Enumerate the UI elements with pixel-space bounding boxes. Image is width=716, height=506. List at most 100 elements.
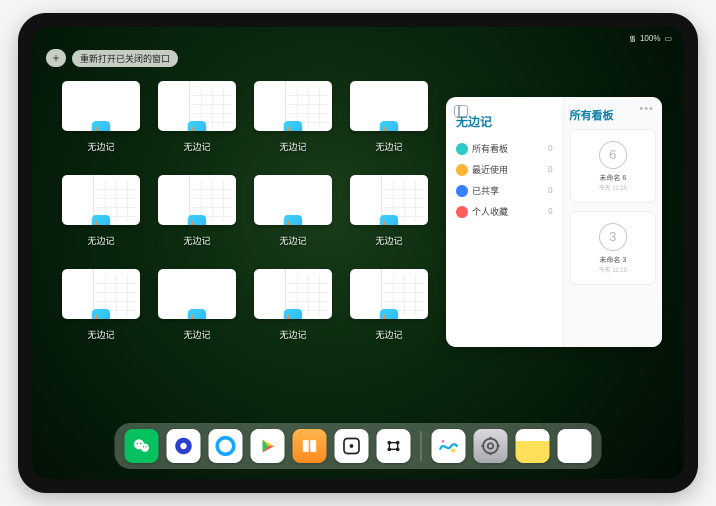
app-window[interactable]: 无边记 (158, 175, 236, 247)
window-thumbnail[interactable] (350, 81, 428, 131)
sidebar-item[interactable]: 所有看板 0 (454, 138, 555, 159)
window-thumbnail[interactable] (158, 269, 236, 319)
dock-freeform-icon[interactable] (432, 429, 466, 463)
freeform-app-icon (92, 121, 110, 131)
window-label: 无边记 (87, 328, 114, 341)
app-window[interactable]: 无边记 (350, 81, 428, 153)
dock-settings-icon[interactable] (474, 429, 508, 463)
sidebar-item-count: 0 (548, 144, 552, 153)
board-thumbnail[interactable]: 3 未命名 3今天 11:25 (570, 211, 656, 285)
window-thumbnail[interactable] (254, 175, 332, 225)
window-thumbnail[interactable] (158, 81, 236, 131)
ipad-screen: ᯾ 100% ▭ + 重新打开已关闭的窗口 无边记无边记无边记无边记无边记无边记… (32, 27, 684, 479)
freeform-app-icon (92, 309, 110, 319)
dock-quark-icon[interactable] (167, 429, 201, 463)
sidebar-item-label: 最近使用 (472, 163, 508, 176)
dock-notes-icon[interactable] (516, 429, 550, 463)
app-window[interactable]: 无边记 (254, 81, 332, 153)
dock-recent-apps-icon[interactable] (558, 429, 592, 463)
freeform-panel[interactable]: 无边记 所有看板0最近使用0已共享0个人收藏0 ••• 所有看板 6未命名 6今… (446, 97, 662, 347)
category-icon (456, 206, 468, 218)
board-thumbnail[interactable]: 6 未命名 6今天 11:25 (570, 129, 656, 203)
category-icon (456, 164, 468, 176)
window-label: 无边记 (183, 140, 210, 153)
wifi-icon: ᯾ (629, 33, 636, 44)
window-label: 无边记 (183, 328, 210, 341)
dock-play-icon[interactable] (251, 429, 285, 463)
window-thumbnail[interactable] (254, 269, 332, 319)
sidebar-item-label: 所有看板 (472, 142, 508, 155)
app-window[interactable]: 无边记 (62, 175, 140, 247)
window-thumbnail[interactable] (350, 175, 428, 225)
dock (115, 423, 602, 469)
category-icon (456, 143, 468, 155)
ipad-frame: ᯾ 100% ▭ + 重新打开已关闭的窗口 无边记无边记无边记无边记无边记无边记… (18, 13, 698, 493)
panel-app-title: 无边记 (456, 113, 555, 130)
app-window[interactable]: 无边记 (254, 269, 332, 341)
freeform-app-icon (284, 309, 302, 319)
window-label: 无边记 (279, 328, 306, 341)
window-thumbnail[interactable] (350, 269, 428, 319)
window-thumbnail[interactable] (62, 175, 140, 225)
freeform-app-icon (380, 121, 398, 131)
freeform-app-icon (284, 215, 302, 225)
window-label: 无边记 (375, 140, 402, 153)
window-label: 无边记 (279, 140, 306, 153)
freeform-app-icon (188, 215, 206, 225)
sidebar-item[interactable]: 个人收藏 0 (454, 201, 555, 222)
app-window[interactable]: 无边记 (62, 269, 140, 341)
window-label: 无边记 (87, 234, 114, 247)
reopen-closed-button[interactable]: 重新打开已关闭的窗口 (72, 50, 178, 67)
panel-content: ••• 所有看板 6未命名 6今天 11:253未命名 3今天 11:25 (563, 97, 662, 347)
dock-hex-icon[interactable] (377, 429, 411, 463)
dock-qqbrowser-icon[interactable] (209, 429, 243, 463)
window-label: 无边记 (87, 140, 114, 153)
app-window[interactable]: 无边记 (350, 269, 428, 341)
dock-separator (421, 431, 422, 461)
battery-icon: ▭ (664, 34, 672, 43)
board-preview: 6 (599, 141, 627, 169)
more-icon[interactable]: ••• (639, 103, 654, 115)
window-label: 无边记 (375, 234, 402, 247)
app-window[interactable]: 无边记 (350, 175, 428, 247)
app-window[interactable]: 无边记 (62, 81, 140, 153)
sidebar-toggle-icon[interactable] (454, 105, 468, 117)
dock-wechat-icon[interactable] (125, 429, 159, 463)
app-window[interactable]: 无边记 (254, 175, 332, 247)
freeform-app-icon (92, 215, 110, 225)
sidebar-item-count: 0 (548, 186, 552, 195)
sidebar-item-count: 0 (548, 207, 552, 216)
category-icon (456, 185, 468, 197)
app-window[interactable]: 无边记 (158, 269, 236, 341)
status-bar: ᯾ 100% ▭ (32, 31, 684, 45)
sidebar-item-label: 已共享 (472, 184, 499, 197)
board-time: 今天 11:25 (599, 183, 627, 192)
window-label: 无边记 (375, 328, 402, 341)
dock-die-icon[interactable] (335, 429, 369, 463)
sidebar-item-count: 0 (548, 165, 552, 174)
sidebar-item[interactable]: 已共享 0 (454, 180, 555, 201)
sidebar-item-label: 个人收藏 (472, 205, 508, 218)
window-thumbnail[interactable] (62, 81, 140, 131)
app-window[interactable]: 无边记 (158, 81, 236, 153)
freeform-app-icon (380, 309, 398, 319)
window-thumbnail[interactable] (158, 175, 236, 225)
freeform-app-icon (188, 309, 206, 319)
dock-books-icon[interactable] (293, 429, 327, 463)
app-switcher-grid: 无边记无边记无边记无边记无边记无边记无边记无边记无边记无边记无边记无边记 (62, 81, 432, 341)
sidebar-item[interactable]: 最近使用 0 (454, 159, 555, 180)
freeform-app-icon (284, 121, 302, 131)
board-name: 未命名 3 (599, 255, 626, 265)
window-label: 无边记 (183, 234, 210, 247)
window-thumbnail[interactable] (254, 81, 332, 131)
new-window-button[interactable]: + (46, 49, 66, 67)
freeform-app-icon (188, 121, 206, 131)
board-preview: 3 (599, 223, 627, 251)
window-thumbnail[interactable] (62, 269, 140, 319)
board-name: 未命名 6 (599, 173, 626, 183)
board-time: 今天 11:25 (599, 265, 627, 274)
freeform-app-icon (380, 215, 398, 225)
top-controls: + 重新打开已关闭的窗口 (46, 49, 178, 67)
panel-sidebar: 无边记 所有看板 0 最近使用 0 已共享 0 个人收藏 0 (446, 97, 563, 347)
battery-label: 100% (640, 34, 660, 43)
